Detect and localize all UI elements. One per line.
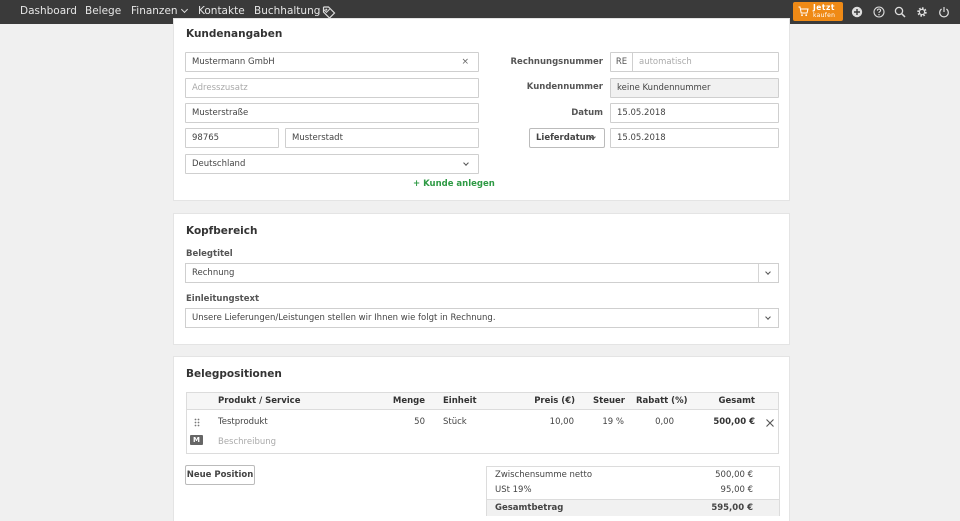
col-price: Preis (€) [534,396,575,406]
row-badge[interactable]: M [190,435,203,445]
delivery-date-label: Lieferdatum [536,133,595,143]
vat-value: 95,00 € [720,485,753,495]
divider [758,264,759,282]
row-price[interactable]: 10,00 [517,417,574,427]
customer-number-field: keine Kundennummer [610,78,779,98]
total-row: Gesamtbetrag 595,00 € [487,499,779,516]
col-product: Produkt / Service [218,396,301,406]
row-qty[interactable]: 50 [377,417,425,427]
doc-title-select[interactable]: Rechnung [185,263,779,283]
chevron-down-icon [463,160,469,166]
row-discount[interactable]: 0,00 [636,417,674,427]
chevron-down-icon [180,5,188,14]
col-unit: Einheit [443,396,477,406]
subtotal-label: Zwischensumme netto [495,470,593,480]
col-discount: Rabatt (%) [636,396,688,406]
cart-icon [798,6,809,17]
intro-select[interactable]: Unsere Lieferungen/Leistungen stellen wi… [185,308,779,328]
vat-row: USt 19% 95,00 € [487,483,779,498]
summary-box: Zwischensumme netto 500,00 € USt 19% 95,… [486,466,780,516]
power-icon[interactable] [938,6,950,18]
date-label: Datum [571,108,603,118]
country-select[interactable]: Deutschland [185,154,479,174]
vat-label: USt 19% [495,485,532,495]
search-icon[interactable] [894,6,906,18]
date-field[interactable]: 15.05.2018 [610,103,779,123]
invoice-prefix: RE [611,53,633,71]
positions-card: Belegpositionen Produkt / Service Menge … [173,356,790,521]
country-value: Deutschland [192,159,246,169]
chevron-down-icon[interactable] [765,314,771,320]
help-icon[interactable] [873,6,885,18]
row-description[interactable]: Beschreibung [218,437,276,447]
plus-circle-icon[interactable] [851,6,863,18]
nav-buchhaltung-label: Buchhaltung [254,5,321,17]
customer-section-title: Kundenangaben [186,28,283,40]
intro-label: Einleitungstext [186,294,260,304]
nav-finanzen-label: Finanzen [131,5,178,17]
tag-icon[interactable] [322,5,336,19]
table-header: Produkt / Service Menge Einheit Preis (€… [187,393,778,410]
customer-number-label: Kundennummer [526,82,603,92]
doc-title-label: Belegtitel [186,249,233,259]
doc-title-value: Rechnung [192,268,235,278]
positions-section-title: Belegpositionen [186,368,282,380]
clear-icon[interactable]: × [461,53,469,71]
drag-handle-icon[interactable] [194,418,200,427]
subtotal-value: 500,00 € [715,470,753,480]
customer-card: Kundenangaben Mustermann GmbH × Adresszu… [173,18,790,201]
invoice-number-field[interactable]: RE automatisch [610,52,779,72]
row-tax[interactable]: 19 % [584,417,624,427]
customer-name-field[interactable]: Mustermann GmbH × [185,52,479,72]
row-product[interactable]: Testprodukt [218,417,268,427]
row-total: 500,00 € [713,417,755,427]
nav-belege[interactable]: Belege [85,0,121,24]
invoice-number-placeholder: automatisch [639,57,692,67]
settings-icon[interactable] [916,6,928,18]
subtotal-row: Zwischensumme netto 500,00 € [487,468,779,483]
street-field[interactable]: Musterstraße [185,103,479,123]
delivery-date-field[interactable]: 15.05.2018 [610,128,779,148]
close-icon[interactable] [766,419,774,427]
intro-value: Unsere Lieferungen/Leistungen stellen wi… [192,313,496,323]
col-total: Gesamt [718,396,755,406]
city-field[interactable]: Musterstadt [285,128,479,148]
col-qty: Menge [392,396,425,406]
header-section-title: Kopfbereich [186,225,258,237]
row-unit[interactable]: Stück [443,417,467,427]
chevron-down-icon[interactable] [765,269,771,275]
address-extra-field[interactable]: Adresszusatz [185,78,479,98]
new-position-button[interactable]: Neue Position [185,465,255,485]
positions-table: Produkt / Service Menge Einheit Preis (€… [186,392,779,454]
add-customer-link[interactable]: + Kunde anlegen [413,179,495,189]
zip-field[interactable]: 98765 [185,128,279,148]
invoice-number-label: Rechnungsnummer [510,57,603,67]
delivery-date-dropdown[interactable]: Lieferdatum [529,128,605,148]
total-value: 595,00 € [711,503,753,513]
divider [758,309,759,327]
buy-now-button[interactable]: Jetzt kaufen [793,2,843,21]
header-card: Kopfbereich Belegtitel Rechnung Einleitu… [173,213,790,345]
buy-now-line2: kaufen [813,11,836,19]
col-tax: Steuer [593,396,625,406]
customer-name-value: Mustermann GmbH [192,57,275,67]
total-label: Gesamtbetrag [495,503,564,513]
nav-dashboard[interactable]: Dashboard [20,0,77,24]
